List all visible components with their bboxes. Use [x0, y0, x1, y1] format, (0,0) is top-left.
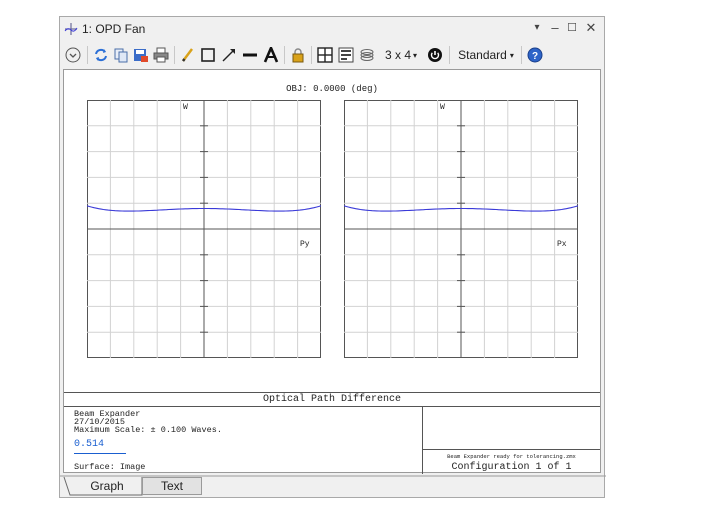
line-icon — [243, 53, 257, 57]
grid-icon — [317, 47, 333, 63]
auto-update-button[interactable] — [426, 44, 444, 66]
text-a-icon — [263, 47, 279, 63]
line-tool-button[interactable] — [241, 44, 259, 66]
rectangle-tool-button[interactable] — [199, 44, 217, 66]
close-icon[interactable]: ✕ — [584, 20, 598, 36]
scale-value: 0.514 — [74, 439, 105, 450]
lock-button[interactable] — [289, 44, 307, 66]
legend-icon — [338, 47, 354, 63]
file-note: Beam Expander ready for tolerancing.zmx — [447, 453, 576, 460]
copy-button[interactable] — [112, 44, 130, 66]
rectangle-icon — [201, 48, 215, 62]
left-plot-x-axis-label: Py — [300, 240, 310, 249]
help-button[interactable]: ? — [526, 44, 544, 66]
scale-bar — [74, 453, 126, 454]
power-icon — [428, 48, 442, 62]
right-fan-plot: W Px — [344, 100, 578, 358]
graph-caption: Optical Path Difference — [64, 392, 600, 406]
left-fan-plot-canvas — [87, 100, 321, 358]
left-plot-y-axis-label: W — [183, 103, 188, 112]
toolbar-separator — [521, 46, 522, 64]
print-button[interactable] — [152, 44, 170, 66]
arrow-tool-button[interactable] — [220, 44, 238, 66]
chevron-down-icon: ▾ — [413, 50, 418, 60]
help-icon: ? — [527, 47, 543, 63]
tab-graph[interactable]: Graph — [74, 477, 140, 495]
window-title: 1: OPD Fan — [82, 22, 146, 36]
save-button[interactable] — [132, 44, 150, 66]
pencil-icon — [182, 48, 193, 62]
right-plot-x-axis-label: Px — [557, 240, 567, 249]
surface-text: Surface: Image — [74, 462, 146, 472]
window-menu-dropdown-icon[interactable]: ▾ — [530, 22, 544, 33]
legend-button[interactable] — [337, 44, 355, 66]
tab-text[interactable]: Text — [142, 477, 202, 495]
lock-icon — [292, 48, 304, 63]
layers-button[interactable] — [358, 44, 376, 66]
printer-icon — [153, 47, 169, 63]
toolbar-separator — [174, 46, 175, 64]
style-dropdown-label: Standard — [458, 48, 507, 62]
tab-bar: Graph Text — [60, 475, 606, 497]
info-box: Beam Expander 27/10/2015 Maximum Scale: … — [64, 406, 600, 475]
right-plot-y-axis-label: W — [440, 103, 445, 112]
toolbar-separator — [284, 46, 285, 64]
toolbar-separator — [311, 46, 312, 64]
minimize-icon[interactable]: – — [548, 20, 562, 35]
layers-icon — [360, 49, 374, 61]
grid-button[interactable] — [316, 44, 334, 66]
object-field-label: OBJ: 0.0000 (deg) — [286, 84, 378, 94]
chevron-down-circle-icon — [65, 47, 81, 63]
maximize-icon[interactable]: ☐ — [565, 21, 579, 34]
copy-icon — [114, 48, 128, 63]
maximum-scale-text: Maximum Scale: ± 0.100 Waves. — [74, 425, 222, 435]
layout-dropdown-label: 3 x 4 — [384, 48, 411, 62]
opd-fan-window: 1: OPD Fan ▾ – ☐ ✕ 3 x 4 ▾ Standard ▾ ? … — [59, 16, 606, 498]
arrow-icon — [222, 49, 235, 62]
refresh-icon — [95, 48, 107, 62]
info-right-panel: Beam Expander ready for tolerancing.zmx … — [423, 407, 600, 474]
text-tool-button[interactable] — [262, 44, 280, 66]
tab-text-label: Text — [160, 479, 183, 493]
settings-expand-button[interactable] — [64, 44, 82, 66]
info-divider — [423, 449, 600, 450]
chevron-down-icon: ▾ — [509, 50, 514, 60]
save-image-icon — [134, 49, 148, 62]
pencil-tool-button[interactable] — [180, 44, 196, 66]
refresh-button[interactable] — [92, 44, 110, 66]
title-bar[interactable]: 1: OPD Fan ▾ – ☐ ✕ — [60, 17, 604, 41]
info-left-panel: Beam Expander 27/10/2015 Maximum Scale: … — [64, 407, 423, 474]
toolbar-separator — [449, 46, 450, 64]
svg-text:?: ? — [532, 51, 538, 62]
toolbar-separator — [87, 46, 88, 64]
style-dropdown[interactable]: Standard ▾ — [454, 44, 518, 66]
toolbar: 3 x 4 ▾ Standard ▾ ? — [60, 41, 604, 69]
layout-dropdown[interactable]: 3 x 4 ▾ — [380, 44, 422, 66]
tab-graph-label: Graph — [90, 479, 124, 493]
graph-area: OBJ: 0.0000 (deg) W Py W Px Optical Path… — [63, 69, 601, 475]
configuration-text: Configuration 1 of 1 — [451, 462, 572, 473]
fan-plot-icon — [64, 23, 78, 35]
right-fan-plot-canvas — [344, 100, 578, 358]
left-fan-plot: W Py — [87, 100, 321, 358]
